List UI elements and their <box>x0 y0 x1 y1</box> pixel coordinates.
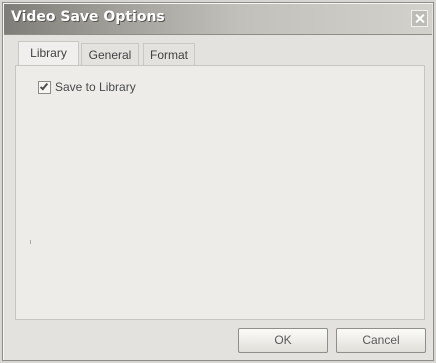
library-tab-panel: Save to Library <box>15 65 425 320</box>
window-title: Video Save Options <box>11 9 165 25</box>
video-save-options-dialog: Video Save Options Library General Forma… <box>2 2 434 361</box>
ok-button[interactable]: OK <box>238 328 328 353</box>
close-button[interactable] <box>411 10 428 27</box>
tab-library[interactable]: Library <box>18 41 79 65</box>
cancel-button[interactable]: Cancel <box>336 328 426 353</box>
tab-general[interactable]: General <box>81 43 139 65</box>
scan-speck <box>30 240 31 244</box>
save-to-library-label[interactable]: Save to Library <box>55 78 136 96</box>
tab-format[interactable]: Format <box>143 43 195 65</box>
save-to-library-option[interactable]: Save to Library <box>38 78 136 96</box>
save-to-library-checkbox[interactable] <box>38 80 51 94</box>
title-bar[interactable]: Video Save Options <box>4 4 432 35</box>
